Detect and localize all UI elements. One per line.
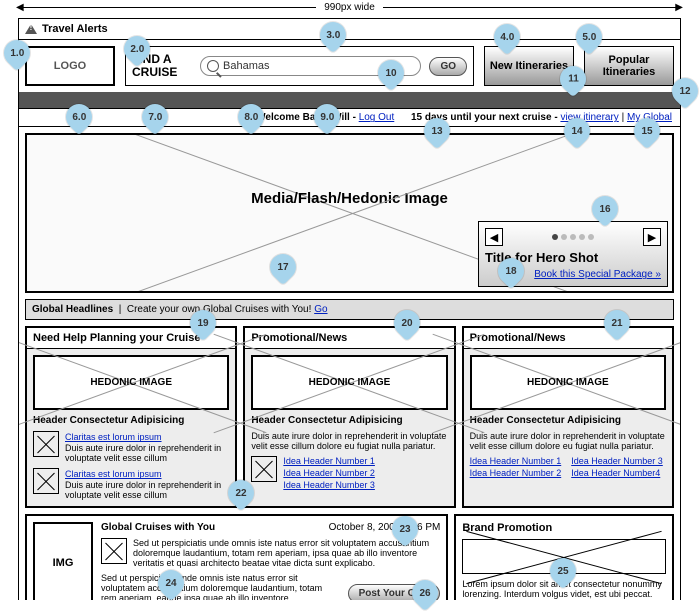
idea-link[interactable]: Claritas est lorum ipsum [65, 432, 162, 442]
content-area: Media/Flash/Hedonic Image ◀ ▶ Title for … [19, 127, 680, 600]
hero-pagination[interactable] [552, 234, 594, 240]
post-title: Global Cruises with You [101, 522, 215, 533]
thumb-icon [33, 431, 59, 457]
idea-link[interactable]: Idea Header Number 3 [571, 456, 663, 466]
idea-link[interactable]: Idea Header Number 2 [470, 468, 562, 478]
idea-link[interactable]: Idea Header Number4 [571, 468, 663, 478]
card-header: Promotional/News [464, 328, 672, 349]
logo[interactable]: LOGO [25, 46, 115, 86]
promo-card-2: Promotional/News HEDONIC IMAGE Header Co… [462, 326, 674, 508]
headlines-go-link[interactable]: Go [314, 304, 327, 315]
hedonic-image: HEDONIC IMAGE [33, 355, 229, 410]
hero-next-button[interactable]: ▶ [643, 228, 661, 246]
idea-link[interactable]: Idea Header Number 3 [283, 480, 375, 490]
thumb-icon [33, 468, 59, 494]
post-image: IMG [33, 522, 93, 600]
idea-link[interactable]: Idea Header Number 1 [283, 456, 375, 466]
help-card: Need Help Planning your Cruise HEDONIC I… [25, 326, 237, 508]
user-post-card: IMG Global Cruises with You October 8, 2… [25, 514, 448, 600]
brand-title: Brand Promotion [462, 522, 666, 534]
idea-link[interactable]: Idea Header Number 1 [470, 456, 562, 466]
hero-label: Media/Flash/Hedonic Image [27, 190, 672, 207]
card-header: Promotional/News [245, 328, 453, 349]
headlines-bar: Global Headlines | Create your own Globa… [25, 299, 674, 320]
promo-columns: Need Help Planning your Cruise HEDONIC I… [25, 326, 674, 508]
search-icon [207, 60, 219, 72]
idea-link[interactable]: Idea Header Number 2 [283, 468, 375, 478]
thumb-icon [101, 538, 127, 564]
find-cruise-panel: FIND A CRUISE Bahamas GO [125, 46, 474, 86]
thumb-icon [251, 456, 277, 482]
hedonic-image: HEDONIC IMAGE [470, 355, 666, 410]
alerts-label: Travel Alerts [42, 23, 108, 35]
go-button[interactable]: GO [429, 57, 467, 76]
bottom-row: IMG Global Cruises with You October 8, 2… [25, 514, 674, 600]
promo-card-1: Promotional/News HEDONIC IMAGE Header Co… [243, 326, 455, 508]
nav-strip [19, 92, 680, 108]
page-frame: Travel Alerts LOGO FIND A CRUISE Bahamas… [18, 18, 681, 600]
hedonic-image: HEDONIC IMAGE [251, 355, 447, 410]
idea-link[interactable]: Claritas est lorum ipsum [65, 469, 162, 479]
hero-prev-button[interactable]: ◀ [485, 228, 503, 246]
popular-itineraries-button[interactable]: Popular Itineraries [584, 46, 674, 86]
logout-link[interactable]: Log Out [359, 112, 395, 123]
post-date: October 8, 2008 6:46 PM [329, 522, 441, 533]
hero-image: Media/Flash/Hedonic Image ◀ ▶ Title for … [25, 133, 674, 293]
alert-icon [25, 24, 37, 34]
width-indicator: ◀990px wide▶ [18, 2, 681, 13]
